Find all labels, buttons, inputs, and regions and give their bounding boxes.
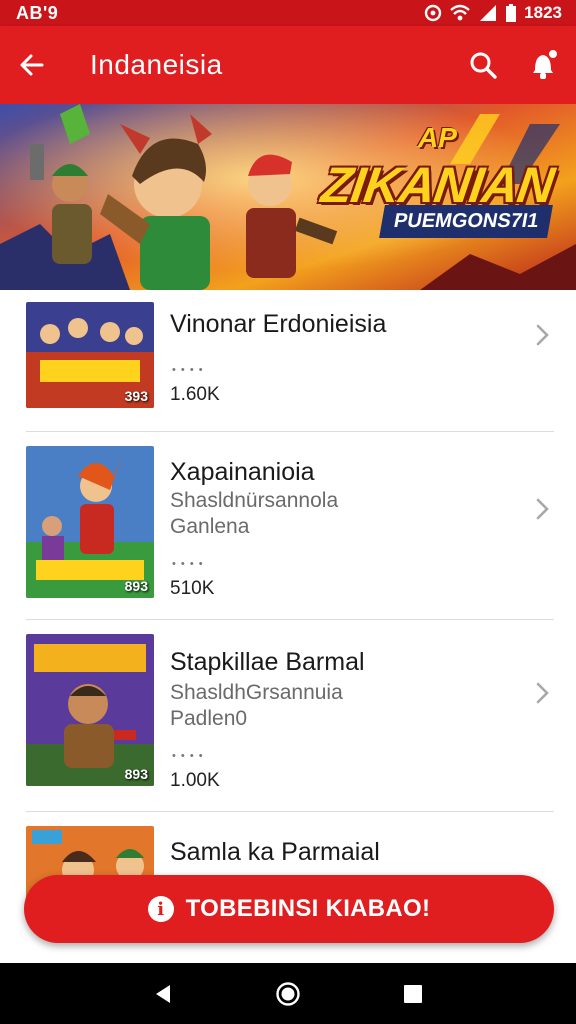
status-bar: AB'9 1823 xyxy=(0,0,576,26)
thumbnail-count: 893 xyxy=(124,766,148,782)
arrow-left-icon xyxy=(20,54,44,76)
back-button[interactable] xyxy=(0,26,64,104)
nav-home-icon xyxy=(276,981,300,1006)
item-dots: • • • • xyxy=(172,364,204,376)
item-subtitle: Shasldnürsannola Ganlena xyxy=(170,489,339,538)
hero-banner[interactable]: AP ZIKANIAN PUEMGONS7I1 xyxy=(0,104,576,290)
item-subtitle: ShasldhGrsannuia Padlen0 xyxy=(170,681,343,730)
alert-button[interactable]: i TOBEBINSI KIABAO! xyxy=(24,875,554,943)
item-title: Xapainanioia xyxy=(170,458,315,486)
nav-back-icon xyxy=(155,984,170,1003)
search-button[interactable] xyxy=(452,26,514,104)
app-screen: AB'9 1823 Indaneisia AP ZIKANIAN PUEMGON… xyxy=(0,0,576,1024)
battery-icon xyxy=(506,4,517,22)
list-item[interactable]: 893 Xapainanioia Shasldnürsannola Ganlen… xyxy=(26,432,554,620)
item-title: Samla ka Parmaial xyxy=(170,838,380,866)
item-dots: • • • • xyxy=(172,750,204,762)
bell-icon xyxy=(533,48,559,79)
chevron-right-icon xyxy=(536,682,549,704)
nav-back-button[interactable] xyxy=(139,970,187,1018)
status-icons: 1823 xyxy=(424,3,562,23)
notification-button[interactable] xyxy=(514,26,576,104)
status-time: 1823 xyxy=(524,3,562,22)
item-title: Vinonar Erdonieisia xyxy=(170,310,387,338)
item-count: 1.60K xyxy=(170,384,220,405)
game-list: 393 Vinonar Erdonieisia • • • • 1.60K 89… xyxy=(0,290,576,952)
chevron-right-icon xyxy=(536,324,549,346)
signal-icon xyxy=(478,4,498,22)
chevron-right-icon xyxy=(536,498,549,520)
item-title: Stapkillae Barmal xyxy=(170,648,365,676)
thumbnail: 893 xyxy=(26,446,154,598)
alarm-icon xyxy=(424,4,442,22)
alert-button-label: TOBEBINSI KIABAO! xyxy=(185,895,431,922)
app-bar: Indaneisia xyxy=(0,26,576,104)
thumbnail-art xyxy=(26,634,154,786)
search-icon xyxy=(470,52,497,79)
banner-subtitle: PUEMGONS7I1 xyxy=(379,205,554,238)
banner-tag: AP xyxy=(418,122,457,153)
wifi-icon xyxy=(450,4,470,22)
status-left-text: AB'9 xyxy=(16,2,59,23)
item-count: 510K xyxy=(170,578,215,599)
nav-recents-icon xyxy=(404,984,423,1003)
info-icon: i xyxy=(147,896,174,922)
thumbnail-count: 893 xyxy=(124,578,148,594)
nav-recents-button[interactable] xyxy=(389,970,437,1018)
item-count: 1.00K xyxy=(170,770,220,791)
thumbnail-art xyxy=(26,446,154,598)
page-title: Indaneisia xyxy=(90,49,223,80)
thumbnail: 393 xyxy=(26,302,154,408)
system-nav-bar xyxy=(0,963,576,1024)
list-item[interactable]: 893 Stapkillae Barmal ShasldhGrsannuia P… xyxy=(26,620,554,812)
thumbnail-count: 393 xyxy=(124,388,148,404)
thumbnail: 893 xyxy=(26,634,154,786)
nav-home-button[interactable] xyxy=(264,970,312,1018)
list-item[interactable]: 393 Vinonar Erdonieisia • • • • 1.60K xyxy=(26,290,554,432)
item-dots: • • • • xyxy=(172,558,204,570)
